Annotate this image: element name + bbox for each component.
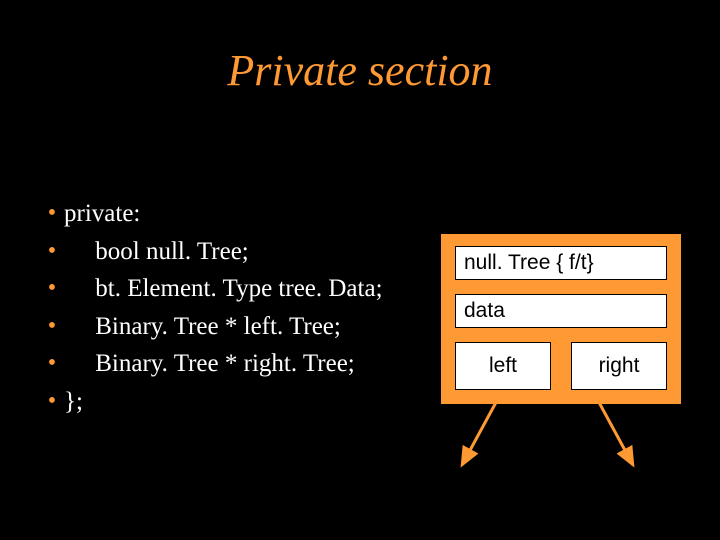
bullet-icon: •: [40, 308, 64, 344]
arrow-right-icon: [575, 390, 645, 480]
bullet-icon: •: [40, 233, 64, 269]
bullet-text: bool null. Tree;: [64, 233, 249, 271]
bullet-item: • private:: [40, 195, 440, 233]
slide: Private section • private: • bool null. …: [0, 0, 720, 540]
bullet-icon: •: [40, 195, 64, 231]
left-box: left: [455, 342, 551, 390]
data-box: data: [455, 294, 667, 328]
bullet-icon: •: [40, 270, 64, 306]
node-diagram: null. Tree { f/t} data left right: [440, 233, 682, 405]
bullet-item: • bool null. Tree;: [40, 233, 440, 271]
arrow-left-icon: [450, 390, 520, 480]
bullet-text: Binary. Tree * left. Tree;: [64, 308, 341, 346]
bullet-item: • Binary. Tree * right. Tree;: [40, 345, 440, 383]
bullet-item: • Binary. Tree * left. Tree;: [40, 308, 440, 346]
slide-title: Private section: [0, 45, 720, 96]
bullet-text: private:: [64, 195, 140, 233]
bullet-list: • private: • bool null. Tree; • bt. Elem…: [40, 195, 440, 420]
bullet-item: • };: [40, 383, 440, 421]
nulltree-box: null. Tree { f/t}: [455, 246, 667, 280]
bullet-text: };: [64, 383, 83, 421]
bullet-item: • bt. Element. Type tree. Data;: [40, 270, 440, 308]
bullet-text: Binary. Tree * right. Tree;: [64, 345, 355, 383]
bullet-icon: •: [40, 345, 64, 381]
bullet-text: bt. Element. Type tree. Data;: [64, 270, 383, 308]
right-box: right: [571, 342, 667, 390]
bullet-icon: •: [40, 383, 64, 419]
